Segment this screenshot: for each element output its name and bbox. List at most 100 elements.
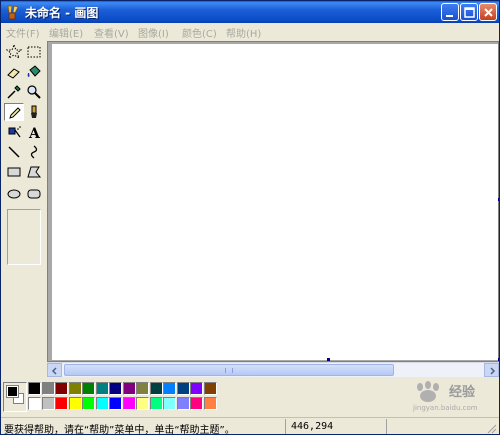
rounded-rect-tool[interactable] [24,185,44,203]
close-button[interactable] [479,3,497,21]
scroll-right-button[interactable] [484,363,499,377]
drawing-canvas[interactable] [52,44,498,360]
window-title: 未命名 - 画图 [25,6,99,20]
brush-icon [31,105,37,118]
palette-swatch[interactable] [68,382,82,395]
paint-window: 未命名 - 画图 文件(F) 编辑(E) 查看(V) 图像(I) 颜色(C) 帮… [0,0,500,435]
palette-swatch[interactable] [95,382,109,395]
status-bar: 要获得帮助，请在“帮助”菜单中，单击“帮助主题”。 446,294 [1,417,499,435]
palette-swatch[interactable] [149,397,163,410]
palette-swatch[interactable] [190,397,203,410]
airbrush-tool[interactable] [4,123,24,141]
menu-colors[interactable]: 颜色(C) [182,25,217,40]
svg-text:A: A [28,126,41,140]
maximize-button[interactable] [460,3,478,21]
line-icon [8,146,20,158]
current-colors [3,382,27,412]
curve-tool[interactable] [24,143,44,161]
eraser-icon [7,68,20,79]
palette-swatch[interactable] [176,382,190,395]
menu-help[interactable]: 帮助(H) [226,25,261,40]
rect-select-tool[interactable] [24,43,44,61]
palette-swatch[interactable] [203,397,217,410]
palette-swatch[interactable] [136,397,149,410]
horizontal-scrollbar[interactable] [47,362,499,377]
color-picker-icon [7,85,21,99]
palette-swatch[interactable] [109,397,122,410]
palette-swatch[interactable] [163,397,176,410]
palette-swatch[interactable] [28,382,41,395]
text-icon: A [28,126,41,140]
polygon-icon [27,166,42,178]
palette-swatch[interactable] [82,382,95,395]
airbrush-icon [8,126,21,138]
palette-swatch[interactable] [163,382,176,395]
polygon-tool[interactable] [24,163,44,181]
arrow-left-icon [51,367,57,375]
canvas-area[interactable] [47,41,499,362]
magnifier-tool[interactable] [24,83,44,101]
arrow-right-icon [490,367,496,375]
baidu-jingyan-watermark: 经验 jingyan.baidu.com [411,379,497,419]
palette-swatch[interactable] [41,382,55,395]
free-form-select-icon [6,44,22,60]
pencil-icon [9,107,21,119]
ellipse-icon [7,189,21,199]
ellipse-tool[interactable] [4,185,24,203]
brush-tool[interactable] [24,103,44,121]
pencil-tool[interactable] [4,103,24,121]
baidu-paw-icon [417,381,439,402]
menu-view[interactable]: 查看(V) [94,25,129,40]
rect-select-icon [27,46,41,58]
cursor-coordinates: 446,294 [291,421,334,432]
rectangle-icon [7,167,21,177]
palette-swatch[interactable] [41,397,55,410]
text-tool[interactable]: A [24,123,44,141]
palette-swatch[interactable] [122,397,136,410]
rectangle-tool[interactable] [4,163,24,181]
palette-swatch[interactable] [136,382,149,395]
resize-handle-bottom[interactable] [327,358,330,361]
curve-icon [30,145,38,159]
scroll-grip-icon [225,368,233,373]
palette-swatch[interactable] [176,397,190,410]
eraser-tool[interactable] [4,63,24,81]
palette-swatch[interactable] [82,397,95,410]
paint-app-icon[interactable] [5,4,21,20]
fill-bucket-icon [27,65,41,77]
palette-swatch[interactable] [122,382,136,395]
menu-image[interactable]: 图像(I) [138,25,169,40]
status-help-text: 要获得帮助，请在“帮助”菜单中，单击“帮助主题”。 [4,425,235,435]
toolbox: A [1,41,47,417]
title-bar[interactable]: 未命名 - 画图 [1,1,499,23]
magnifier-icon [27,85,41,99]
fill-tool[interactable] [24,63,44,81]
minimize-button[interactable] [441,3,459,21]
line-tool[interactable] [4,143,24,161]
watermark-url: jingyan.baidu.com [413,404,478,412]
palette-swatch[interactable] [28,397,41,410]
status-divider [285,419,286,434]
resize-grip-icon[interactable] [485,422,497,434]
rounded-rect-icon [27,189,41,199]
menu-bar: 文件(F) 编辑(E) 查看(V) 图像(I) 颜色(C) 帮助(H) [1,23,499,40]
palette-swatch[interactable] [55,382,68,395]
tool-options-box[interactable] [7,209,41,265]
palette-swatch[interactable] [190,382,203,395]
menu-file[interactable]: 文件(F) [6,25,40,40]
palette-swatch[interactable] [109,382,122,395]
palette-swatch[interactable] [203,382,217,395]
watermark-text: 经验 [449,385,476,400]
foreground-color [6,385,19,398]
free-form-select-tool[interactable] [4,43,24,61]
scroll-left-button[interactable] [47,363,62,377]
color-palette [28,382,223,412]
menu-edit[interactable]: 编辑(E) [49,25,83,40]
color-picker-tool[interactable] [4,83,24,101]
scroll-thumb[interactable] [64,364,394,376]
palette-swatch[interactable] [68,397,82,410]
palette-swatch[interactable] [149,382,163,395]
palette-swatch[interactable] [55,397,68,410]
status-divider [386,419,387,434]
palette-swatch[interactable] [95,397,109,410]
